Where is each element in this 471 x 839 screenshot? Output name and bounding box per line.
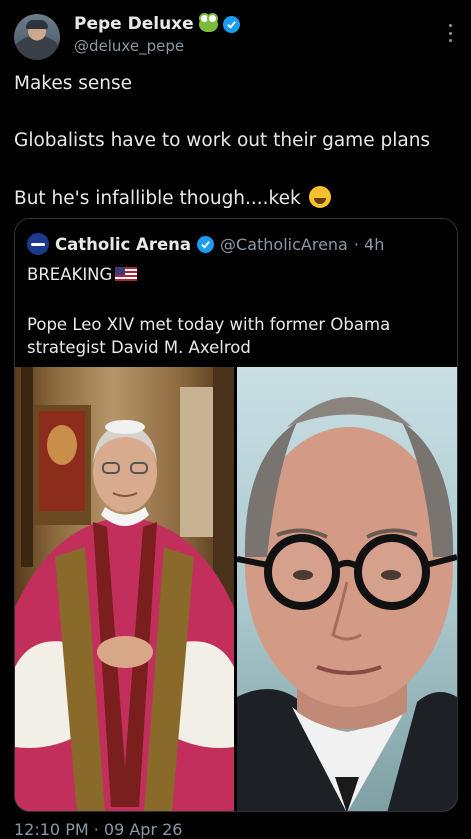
quoted-text-line-3: strategist David M. Axelrod	[27, 338, 251, 357]
quoted-breaking-line: BREAKING	[27, 263, 138, 286]
verified-badge-icon	[197, 235, 215, 253]
post-text-line-1: Makes sense	[14, 73, 133, 94]
author-display-name[interactable]: Pepe Deluxe	[74, 14, 194, 34]
post-timestamp[interactable]: 12:10 PM · 09 Apr 26	[14, 820, 182, 839]
quoted-author-avatar	[27, 233, 49, 255]
author-avatar[interactable]	[14, 14, 60, 60]
post-text-line-2: Globalists have to work out their game p…	[14, 130, 431, 151]
post-text-line-3: But he's infallible though....kek	[14, 186, 459, 211]
us-flag-icon	[115, 267, 138, 281]
quoted-author-handle: @CatholicArena	[220, 234, 348, 254]
axelrod-photo[interactable]	[237, 367, 457, 811]
post-text-line-3-content: But he's infallible though....kek	[14, 188, 301, 209]
quoted-post-header: Catholic Arena @CatholicArena · 4h	[27, 233, 384, 255]
quoted-post-age: · 4h	[353, 234, 385, 254]
quoted-breaking-label: BREAKING	[27, 265, 113, 284]
rolling-on-floor-laughing-icon	[308, 186, 331, 208]
quoted-post-card[interactable]: Catholic Arena @CatholicArena · 4h BREAK…	[14, 218, 458, 812]
quoted-text-line-2: Pope Leo XIV met today with former Obama	[27, 315, 391, 334]
verified-badge-icon	[222, 15, 240, 33]
author-handle[interactable]: @deluxe_pepe	[74, 37, 184, 55]
more-options-icon[interactable]	[449, 24, 453, 42]
post-header: Pepe Deluxe @deluxe_pepe	[14, 12, 457, 64]
quoted-media-grid	[15, 367, 457, 811]
quoted-author-name: Catholic Arena	[55, 234, 192, 254]
frog-face-icon	[198, 13, 218, 32]
pope-photo[interactable]	[15, 367, 234, 811]
author-name-row[interactable]: Pepe Deluxe	[74, 13, 240, 34]
